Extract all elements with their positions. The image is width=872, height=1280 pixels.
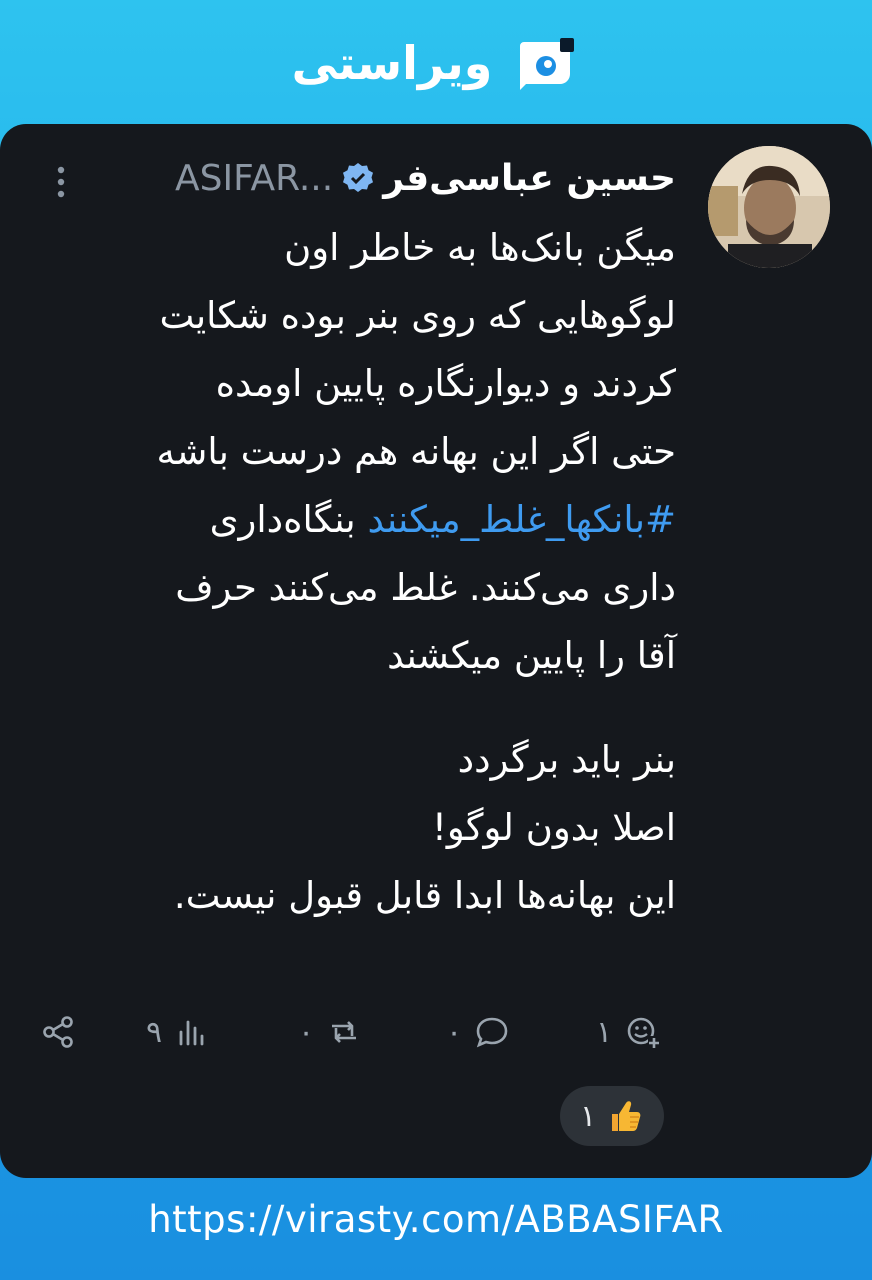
display-name[interactable]: حسین عباسی‌فر [383,158,676,199]
post-line: کردند و دیوارنگاره پایین اومده [215,362,676,405]
post-line: داری می‌کنند. غلط می‌کنند حرف [175,566,676,609]
profile-url[interactable]: https://virasty.com/ABBASIFAR [0,1198,872,1248]
reaction-summary-pill[interactable]: ۱ [560,1086,664,1146]
post-line: این بهانه‌ها ابدا قابل قبول نیست. [173,874,676,917]
post-card: حسین عباسی‌فر ASIFAR... میگن بانک‌ها به … [0,124,872,1178]
post-line: آقا را پایین میکشند [387,634,676,677]
post-line: میگن بانک‌ها به خاطر اون [284,226,676,269]
post-body: میگن بانک‌ها به خاطر اون لوگوهایی که روی… [36,214,676,930]
thumbs-up-icon [612,1101,641,1131]
views-chart-icon [179,1020,204,1046]
post-line-rest: بنگاه‌داری [209,498,356,541]
views-count: ۹ [146,1014,163,1050]
comment-icon [476,1017,508,1048]
views-counter[interactable]: ۹ [146,1004,210,1060]
post-line: حتی اگر این بهانه هم درست باشه [156,430,676,473]
virasty-logo-icon [520,37,575,90]
add-reaction-icon [627,1017,661,1048]
reaction-button[interactable]: ۱ [596,1004,661,1060]
post-actions: ۹ ۰ ۰ ۱ [40,1004,680,1060]
hashtag-link[interactable]: #بانکها_غلط_میکنند [367,498,676,541]
share-button[interactable] [40,1004,76,1060]
post-line: بنر باید برگردد [457,738,676,781]
share-icon [43,1016,73,1048]
brand-name: ویراستی [291,35,493,90]
app-header: ویراستی [0,0,872,125]
repost-count: ۰ [298,1014,315,1050]
avatar-photo [708,146,830,268]
verified-badge-icon [343,163,374,192]
username-handle[interactable]: ASIFAR... [175,158,333,199]
repost-icon [332,1021,357,1043]
post-header: حسین عباسی‌فر ASIFAR... [36,150,676,206]
post-line: #بانکها_غلط_میکنند بنگاه‌داری [36,486,676,554]
avatar[interactable] [708,146,830,268]
reaction-count: ۱ [596,1014,613,1050]
repost-button[interactable]: ۰ [298,1004,362,1060]
comment-button[interactable]: ۰ [446,1004,510,1060]
post-line: اصلا بدون لوگو! [431,806,676,849]
more-vertical-icon[interactable] [54,164,68,200]
comment-count: ۰ [446,1014,463,1050]
reaction-summary-count: ۱ [579,1098,597,1134]
post-line: لوگوهایی که روی بنر بوده شکایت [159,294,676,337]
